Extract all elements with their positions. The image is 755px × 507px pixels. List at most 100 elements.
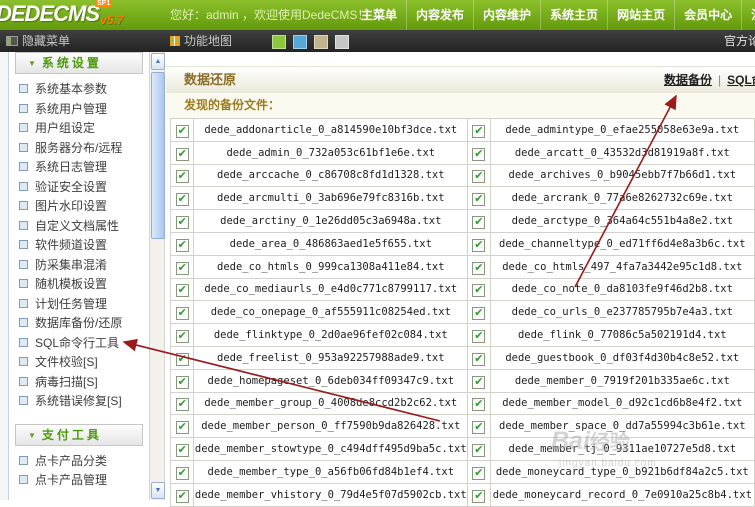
sidebar-item[interactable]: 文件校验[S] [9,353,149,373]
scroll-up-button[interactable]: ▲ [151,53,165,70]
backup-file-checkbox[interactable]: ✔ [176,216,189,229]
top-header-bar: DEDECMSv5.7 SP1 您好：admin ，欢迎使用DedeCMS！ 主… [0,0,755,30]
backup-file-checkbox[interactable]: ✔ [472,262,485,275]
backup-file-checkbox[interactable]: ✔ [472,444,485,457]
frame-splitter[interactable] [0,52,9,500]
backup-file-checkbox[interactable]: ✔ [176,467,189,480]
backup-file-row: ✔dede_co_mediaurls_0_e4d0c771c8799117.tx… [171,278,755,301]
sidebar-item[interactable]: SQL命令行工具 [9,334,149,354]
sidebar-item[interactable]: 图片水印设置 [9,197,149,217]
top-menu-item-5[interactable]: 网站主页 [607,0,674,30]
scrollbar-thumb[interactable] [151,72,165,239]
theme-color-swatch-2[interactable] [293,35,307,49]
backup-file-checkbox[interactable]: ✔ [176,421,189,434]
top-menu-item-3[interactable]: 内容维护 [473,0,540,30]
top-menu-item-6[interactable]: 会员中心 [674,0,741,30]
backup-file-checkbox[interactable]: ✔ [472,170,485,183]
backup-file-name: dede_moneycard_type_0_b921b6df84a2c5.txt [490,460,754,483]
backup-file-checkbox[interactable]: ✔ [176,148,189,161]
hide-menu-button[interactable]: 隐藏菜单 [6,30,70,52]
theme-color-swatch-1[interactable] [272,35,286,49]
top-menu-item-1[interactable]: 主菜单 [352,0,406,30]
sidebar-menu: ▼系统设置系统基本参数系统用户管理用户组设定服务器分布/远程系统日志管理验证安全… [9,52,149,500]
backup-file-checkbox[interactable]: ✔ [176,262,189,275]
backup-file-checkbox[interactable]: ✔ [472,490,485,503]
backup-file-name: dede_member_person_0_ff7590b9da826428.tx… [194,415,468,438]
content-title-bar: 数据还原 数据备份|SQL命令行工具 [166,66,755,94]
sidebar-item[interactable]: 验证安全设置 [9,178,149,198]
backup-file-row: ✔dede_member_stowtype_0_c494dff495d9ba5c… [171,438,755,461]
sidebar-item[interactable]: 数据库备份/还原 [9,314,149,334]
official-forum-link[interactable]: 官方论坛 [724,30,755,52]
theme-color-swatch-4[interactable] [335,35,349,49]
backup-file-checkbox[interactable]: ✔ [472,148,485,161]
backup-file-checkbox[interactable]: ✔ [472,239,485,252]
sidebar-item[interactable]: 点卡产品分类 [9,452,149,472]
backup-file-checkbox[interactable]: ✔ [176,330,189,343]
backup-file-row: ✔dede_arcmulti_0_3ab696e79fc8316b.txt✔de… [171,187,755,210]
sidebar-item[interactable]: 系统基本参数 [9,80,149,100]
logo-version: v5.7 [100,13,123,27]
backup-file-checkbox[interactable]: ✔ [472,353,485,366]
sidebar-item-label: 服务器分布/远程 [35,141,122,155]
sidebar-item[interactable]: 自定义文档属性 [9,217,149,237]
checkbox-cell: ✔ [468,324,490,347]
backup-file-checkbox[interactable]: ✔ [176,239,189,252]
sidebar-item-label: 系统日志管理 [35,160,107,174]
sidebar-item[interactable]: 软件频道设置 [9,236,149,256]
sidebar-item[interactable]: 点卡产品管理 [9,471,149,491]
backup-file-name: dede_co_htmls_0_999ca1308a411e84.txt [194,255,468,278]
bullet-icon [19,260,28,269]
sidebar-item[interactable]: 系统日志管理 [9,158,149,178]
section-collapse-icon: ▼ [28,59,36,68]
backup-file-checkbox[interactable]: ✔ [176,125,189,138]
sidebar-item[interactable]: 防采集串混淆 [9,256,149,276]
backup-file-checkbox[interactable]: ✔ [176,353,189,366]
backup-file-checkbox[interactable]: ✔ [176,444,189,457]
vertical-scrollbar[interactable]: ▲ ▼ [149,52,165,500]
sidebar-item[interactable]: 服务器分布/远程 [9,139,149,159]
scroll-down-button[interactable]: ▼ [151,482,165,499]
backup-file-checkbox[interactable]: ✔ [472,307,485,320]
sidebar-section-header-2[interactable]: ▼支付工具 [15,424,143,446]
backup-file-checkbox[interactable]: ✔ [472,421,485,434]
sidebar-item[interactable]: 系统错误修复[S] [9,392,149,412]
function-map-button[interactable]: 功能地图 [170,30,232,52]
sidebar-section-header-1[interactable]: ▼系统设置 [15,52,143,74]
backup-file-checkbox[interactable]: ✔ [176,398,189,411]
backup-file-checkbox[interactable]: ✔ [472,398,485,411]
backup-file-checkbox[interactable]: ✔ [472,376,485,389]
bullet-icon [19,299,28,308]
backup-file-checkbox[interactable]: ✔ [472,193,485,206]
sidebar-item[interactable]: 用户组设定 [9,119,149,139]
sql-tool-link[interactable]: SQL命令行工具 [727,73,755,87]
data-backup-link[interactable]: 数据备份 [664,73,712,87]
backup-file-checkbox[interactable]: ✔ [176,284,189,297]
backup-file-checkbox[interactable]: ✔ [472,284,485,297]
checkbox-cell: ✔ [171,278,194,301]
backup-file-checkbox[interactable]: ✔ [176,490,189,503]
checkbox-cell: ✔ [468,483,490,506]
top-menu-item-7[interactable]: 注销 [741,0,755,30]
sidebar-item[interactable]: 计划任务管理 [9,295,149,315]
backup-file-checkbox[interactable]: ✔ [472,467,485,480]
bullet-icon [19,357,28,366]
top-menu-item-2[interactable]: 内容发布 [406,0,473,30]
sidebar-item[interactable]: 系统用户管理 [9,100,149,120]
backup-file-checkbox[interactable]: ✔ [176,193,189,206]
sidebar-item[interactable]: 随机模板设置 [9,275,149,295]
theme-color-swatch-3[interactable] [314,35,328,49]
backup-file-checkbox[interactable]: ✔ [472,216,485,229]
backup-file-checkbox[interactable]: ✔ [176,170,189,183]
bullet-icon [19,377,28,386]
top-menu-item-4[interactable]: 系统主页 [540,0,607,30]
backup-file-checkbox[interactable]: ✔ [176,376,189,389]
backup-file-checkbox[interactable]: ✔ [472,125,485,138]
sidebar-item-label: 防采集串混淆 [35,258,107,272]
backup-file-name: dede_arccache_0_c86708c8fd1d1328.txt [194,164,468,187]
bullet-icon [19,104,28,113]
sidebar-item[interactable]: 病毒扫描[S] [9,373,149,393]
backup-file-checkbox[interactable]: ✔ [472,330,485,343]
backup-file-checkbox[interactable]: ✔ [176,307,189,320]
checkbox-cell: ✔ [171,301,194,324]
